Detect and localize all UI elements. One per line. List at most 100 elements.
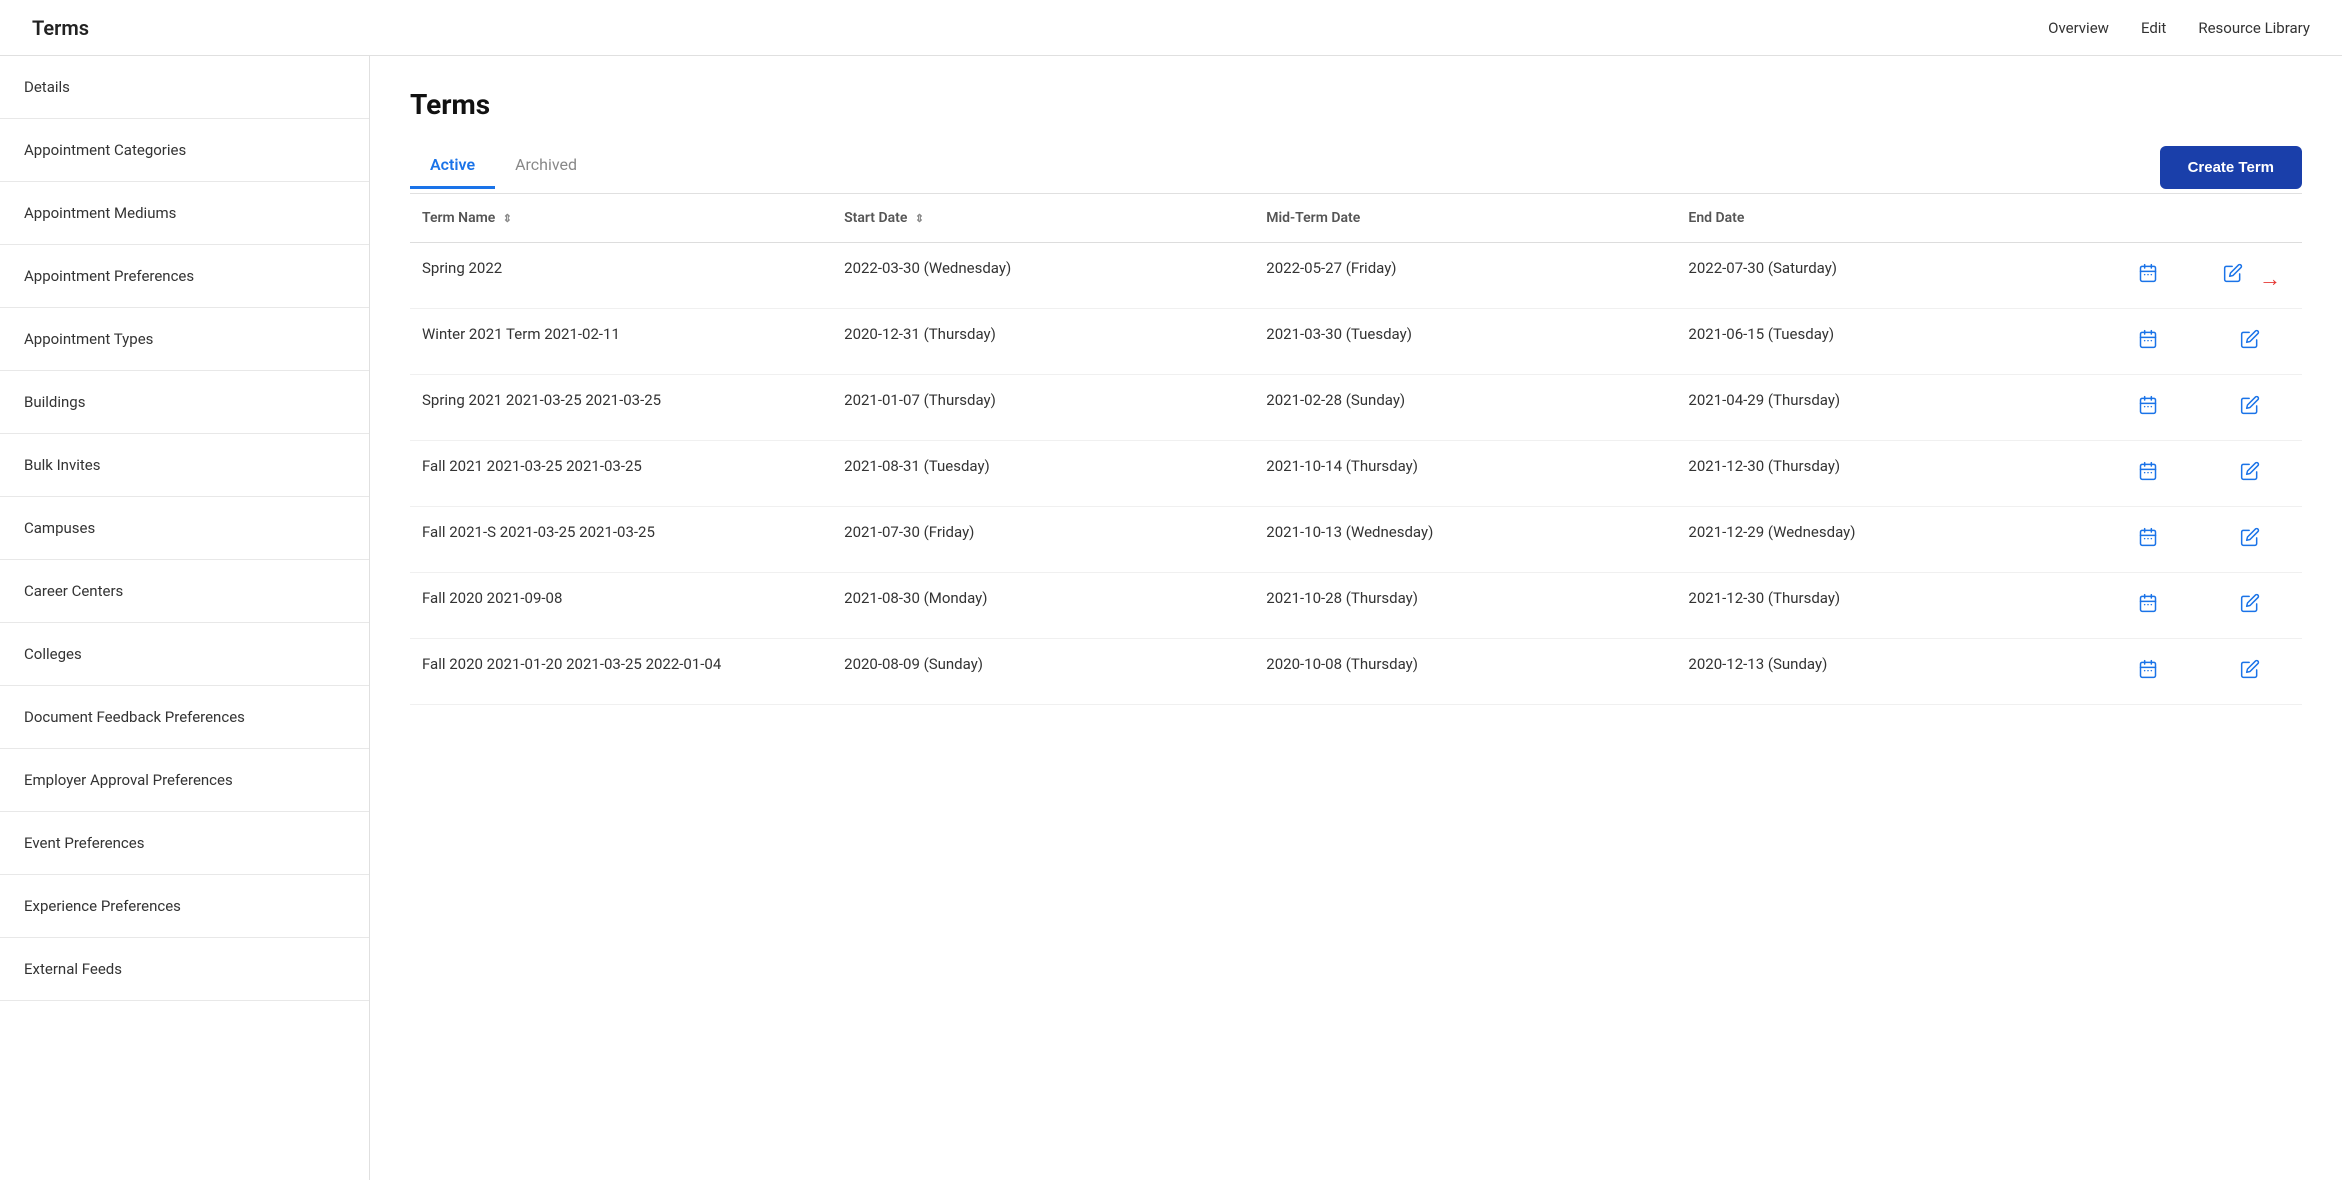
cell-archive[interactable] xyxy=(2099,375,2199,441)
create-term-button[interactable]: Create Term xyxy=(2160,146,2302,189)
col-header-edit xyxy=(2198,194,2302,243)
edit-button[interactable] xyxy=(2236,523,2264,556)
cell-edit[interactable] xyxy=(2198,639,2302,705)
col-header-start-date: Start Date ⇕ xyxy=(832,194,1254,243)
archive-button[interactable] xyxy=(2134,391,2162,424)
cell-start-date: 2021-08-30 (Monday) xyxy=(832,573,1254,639)
cell-start-date: 2021-08-31 (Tuesday) xyxy=(832,441,1254,507)
archive-button[interactable] xyxy=(2134,589,2162,622)
edit-button[interactable] xyxy=(2236,589,2264,622)
nav-resource-library[interactable]: Resource Library xyxy=(2198,19,2310,37)
cell-archive[interactable] xyxy=(2099,507,2199,573)
cell-start-date: 2020-12-31 (Thursday) xyxy=(832,309,1254,375)
cell-archive[interactable] xyxy=(2099,639,2199,705)
archive-button[interactable] xyxy=(2134,259,2162,292)
table-row: Fall 2020 2021-09-08 2021-08-30 (Monday)… xyxy=(410,573,2302,639)
sidebar-item-employer-approval[interactable]: Employer Approval Preferences xyxy=(0,749,369,812)
cell-edit[interactable] xyxy=(2198,309,2302,375)
cell-term-name: Spring 2022 xyxy=(410,243,832,309)
table-row: Fall 2021 2021-03-25 2021-03-25 2021-08-… xyxy=(410,441,2302,507)
tab-active[interactable]: Active xyxy=(410,145,495,189)
arrow-indicator: → xyxy=(2259,266,2281,292)
table-header-row: Term Name ⇕ Start Date ⇕ Mid-Term Date E… xyxy=(410,194,2302,243)
cell-edit[interactable]: → xyxy=(2198,243,2302,309)
col-header-end-date: End Date xyxy=(1676,194,2098,243)
cell-edit[interactable] xyxy=(2198,441,2302,507)
sidebar-item-event-preferences[interactable]: Event Preferences xyxy=(0,812,369,875)
edit-button[interactable] xyxy=(2236,457,2264,490)
cell-mid-term-date: 2021-10-28 (Thursday) xyxy=(1254,573,1676,639)
cell-archive[interactable] xyxy=(2099,573,2199,639)
col-header-term-name: Term Name ⇕ xyxy=(410,194,832,243)
cell-start-date: 2021-01-07 (Thursday) xyxy=(832,375,1254,441)
cell-end-date: 2021-12-29 (Wednesday) xyxy=(1676,507,2098,573)
cell-end-date: 2021-12-30 (Thursday) xyxy=(1676,573,2098,639)
top-nav: Overview Edit Resource Library xyxy=(2048,19,2310,37)
sidebar-item-appointment-mediums[interactable]: Appointment Mediums xyxy=(0,182,369,245)
archive-button[interactable] xyxy=(2134,325,2162,358)
nav-edit[interactable]: Edit xyxy=(2141,19,2166,37)
sidebar: Details Appointment Categories Appointme… xyxy=(0,56,370,1180)
cell-archive[interactable] xyxy=(2099,441,2199,507)
cell-term-name: Spring 2021 2021-03-25 2021-03-25 xyxy=(410,375,832,441)
edit-button[interactable] xyxy=(2236,325,2264,358)
cell-end-date: 2021-04-29 (Thursday) xyxy=(1676,375,2098,441)
cell-start-date: 2021-07-30 (Friday) xyxy=(832,507,1254,573)
sidebar-item-appointment-categories[interactable]: Appointment Categories xyxy=(0,119,369,182)
sort-icon-start-date: ⇕ xyxy=(915,212,924,225)
cell-mid-term-date: 2021-10-14 (Thursday) xyxy=(1254,441,1676,507)
table-row: Spring 2022 2022-03-30 (Wednesday) 2022-… xyxy=(410,243,2302,309)
sidebar-item-document-feedback[interactable]: Document Feedback Preferences xyxy=(0,686,369,749)
sidebar-item-bulk-invites[interactable]: Bulk Invites xyxy=(0,434,369,497)
cell-end-date: 2021-06-15 (Tuesday) xyxy=(1676,309,2098,375)
app-title: Terms xyxy=(32,16,89,40)
cell-archive[interactable] xyxy=(2099,309,2199,375)
cell-edit[interactable] xyxy=(2198,507,2302,573)
col-header-archive xyxy=(2099,194,2199,243)
table-row: Fall 2021-S 2021-03-25 2021-03-25 2021-0… xyxy=(410,507,2302,573)
tab-archived[interactable]: Archived xyxy=(495,145,597,189)
sidebar-item-appointment-types[interactable]: Appointment Types xyxy=(0,308,369,371)
cell-term-name: Fall 2021-S 2021-03-25 2021-03-25 xyxy=(410,507,832,573)
cell-end-date: 2020-12-13 (Sunday) xyxy=(1676,639,2098,705)
cell-mid-term-date: 2021-03-30 (Tuesday) xyxy=(1254,309,1676,375)
nav-overview[interactable]: Overview xyxy=(2048,19,2109,37)
sidebar-item-experience-preferences[interactable]: Experience Preferences xyxy=(0,875,369,938)
cell-term-name: Fall 2020 2021-01-20 2021-03-25 2022-01-… xyxy=(410,639,832,705)
cell-archive[interactable] xyxy=(2099,243,2199,309)
cell-mid-term-date: 2021-02-28 (Sunday) xyxy=(1254,375,1676,441)
sidebar-item-buildings[interactable]: Buildings xyxy=(0,371,369,434)
sidebar-item-colleges[interactable]: Colleges xyxy=(0,623,369,686)
cell-mid-term-date: 2020-10-08 (Thursday) xyxy=(1254,639,1676,705)
edit-button[interactable] xyxy=(2236,655,2264,688)
col-header-mid-term: Mid-Term Date xyxy=(1254,194,1676,243)
sidebar-item-appointment-preferences[interactable]: Appointment Preferences xyxy=(0,245,369,308)
cell-edit[interactable] xyxy=(2198,375,2302,441)
sidebar-item-details[interactable]: Details xyxy=(0,56,369,119)
main-content: Terms Active Archived Create Term Term N… xyxy=(370,56,2342,1180)
tabs-row: Active Archived Create Term xyxy=(410,145,2302,189)
sidebar-item-campuses[interactable]: Campuses xyxy=(0,497,369,560)
cell-term-name: Fall 2020 2021-09-08 xyxy=(410,573,832,639)
archive-button[interactable] xyxy=(2134,523,2162,556)
cell-start-date: 2022-03-30 (Wednesday) xyxy=(832,243,1254,309)
cell-end-date: 2022-07-30 (Saturday) xyxy=(1676,243,2098,309)
table-row: Winter 2021 Term 2021-02-11 2020-12-31 (… xyxy=(410,309,2302,375)
page-title: Terms xyxy=(410,88,2302,121)
cell-mid-term-date: 2022-05-27 (Friday) xyxy=(1254,243,1676,309)
top-bar: Terms Overview Edit Resource Library xyxy=(0,0,2342,56)
cell-mid-term-date: 2021-10-13 (Wednesday) xyxy=(1254,507,1676,573)
sidebar-item-career-centers[interactable]: Career Centers xyxy=(0,560,369,623)
archive-button[interactable] xyxy=(2134,655,2162,688)
sort-icon-term-name: ⇕ xyxy=(503,212,512,225)
cell-edit[interactable] xyxy=(2198,573,2302,639)
sidebar-item-external-feeds[interactable]: External Feeds xyxy=(0,938,369,1001)
archive-button[interactable] xyxy=(2134,457,2162,490)
tabs: Active Archived xyxy=(410,145,597,189)
edit-button[interactable] xyxy=(2219,259,2247,292)
layout: Details Appointment Categories Appointme… xyxy=(0,56,2342,1180)
table-row: Fall 2020 2021-01-20 2021-03-25 2022-01-… xyxy=(410,639,2302,705)
cell-term-name: Winter 2021 Term 2021-02-11 xyxy=(410,309,832,375)
edit-button[interactable] xyxy=(2236,391,2264,424)
cell-start-date: 2020-08-09 (Sunday) xyxy=(832,639,1254,705)
